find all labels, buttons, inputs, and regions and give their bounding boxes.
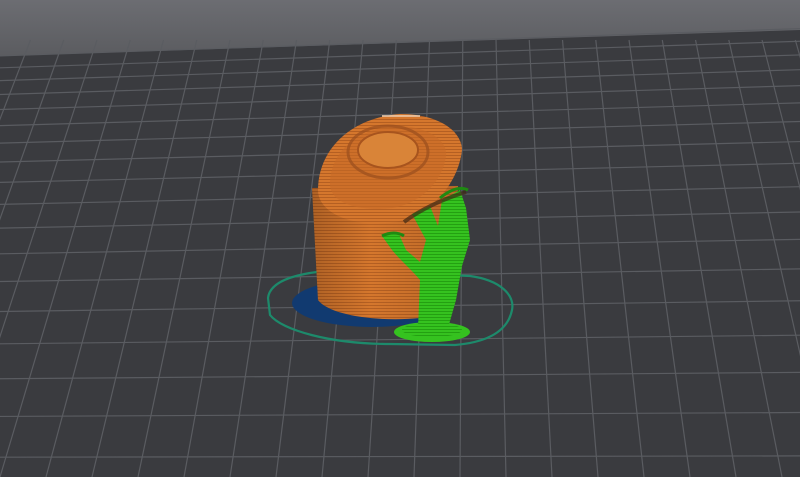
build-plate-scene bbox=[0, 28, 800, 477]
3d-viewport[interactable] bbox=[0, 0, 800, 477]
